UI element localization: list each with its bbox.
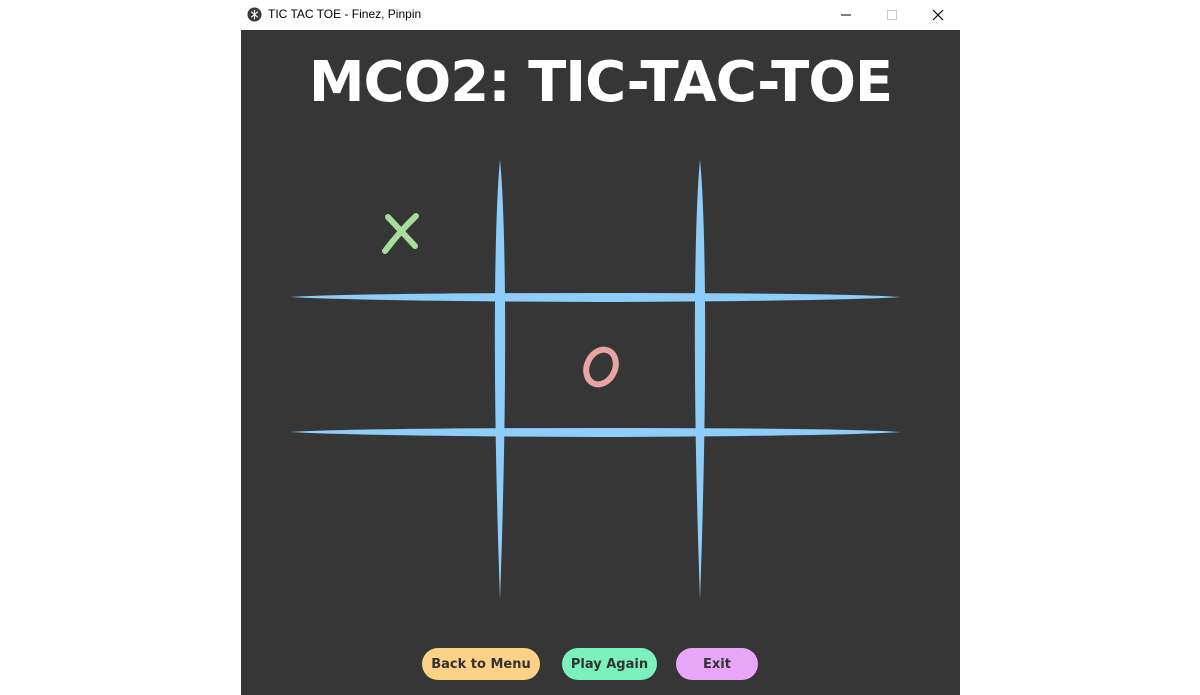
app-logo-icon [247,7,262,22]
board-cell-3-2[interactable] [505,437,695,600]
exit-button[interactable]: Exit [676,648,758,680]
board-cell-1-3[interactable] [705,160,901,297]
grid-line-vertical-1 [494,160,506,600]
o-mark-cell-2-2 [583,346,619,388]
game-window: TIC TAC TOE - Finez, Pinpin MCO2: TIC-TA… [241,0,960,695]
window-title: TIC TAC TOE - Finez, Pinpin [268,7,422,21]
close-icon [932,9,944,20]
minimize-button[interactable] [823,0,869,29]
title-bar[interactable]: TIC TAC TOE - Finez, Pinpin [241,0,960,30]
board-cell-2-1[interactable] [291,302,496,432]
board-cell-3-3[interactable] [705,437,901,600]
board-cell-3-1[interactable] [291,437,496,600]
minimize-icon [841,14,851,15]
board-cell-2-3[interactable] [705,302,901,432]
x-mark-cell-1-1 [382,213,419,254]
close-button[interactable] [915,0,961,29]
maximize-icon [887,9,897,20]
play-again-button[interactable]: Play Again [562,648,657,680]
grid-line-vertical-2 [694,160,706,600]
game-canvas: MCO2: TIC-TAC-TOE Back to Menu Play Agai… [241,30,960,695]
back-to-menu-button[interactable]: Back to Menu [422,648,540,680]
maximize-button[interactable] [869,0,915,29]
board-cell-1-2[interactable] [505,160,695,297]
